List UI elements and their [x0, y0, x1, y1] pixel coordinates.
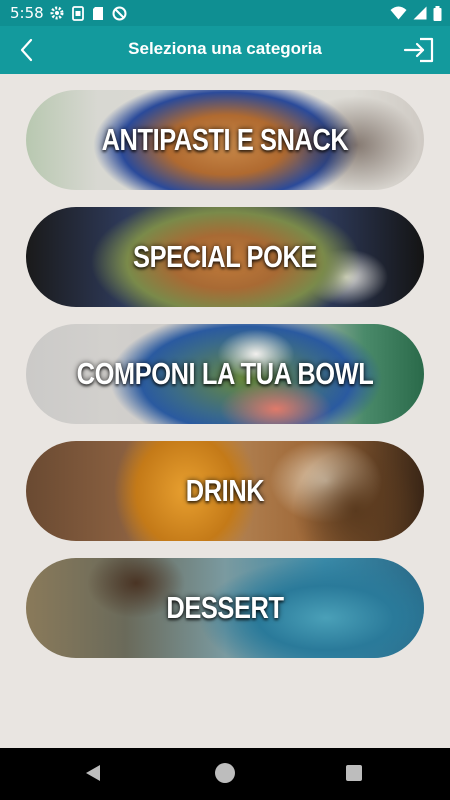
category-componi-la-tua-bowl[interactable]: COMPONI LA TUA BOWL	[26, 324, 424, 424]
status-icons-right	[390, 5, 442, 21]
status-time: 5:58	[10, 4, 44, 22]
category-dessert[interactable]: DESSERT	[26, 558, 424, 658]
category-label: ANTIPASTI E SNACK	[101, 122, 349, 157]
status-icons-left	[50, 5, 127, 21]
status-bar: 5:58	[0, 0, 450, 26]
login-icon	[403, 37, 434, 63]
at-sign-icon	[112, 6, 127, 20]
category-label: DESSERT	[166, 590, 284, 625]
battery-icon	[433, 5, 442, 21]
cellular-signal-icon	[413, 6, 427, 20]
wifi-icon	[390, 6, 407, 20]
page-title: Seleziona una categoria	[128, 39, 322, 58]
login-button[interactable]	[402, 36, 436, 64]
category-antipasti-e-snack[interactable]: ANTIPASTI E SNACK	[26, 90, 424, 190]
back-triangle-icon[interactable]	[85, 764, 101, 782]
category-label: SPECIAL POKE	[133, 239, 317, 274]
category-drink[interactable]: DRINK	[26, 441, 424, 541]
sd-card-icon	[93, 6, 103, 20]
recents-square-icon[interactable]	[346, 765, 362, 781]
category-label: COMPONI LA TUA BOWL	[76, 356, 374, 391]
category-label: DRINK	[185, 473, 265, 508]
sim-icon	[72, 5, 84, 21]
category-special-poke[interactable]: SPECIAL POKE	[26, 207, 424, 307]
gear-icon	[50, 6, 64, 20]
home-circle-icon[interactable]	[215, 763, 235, 783]
system-nav-bar	[0, 748, 450, 800]
app-bar: Seleziona una categoria	[0, 26, 450, 74]
category-list: ANTIPASTI E SNACK SPECIAL POKE COMPONI L…	[26, 90, 424, 675]
